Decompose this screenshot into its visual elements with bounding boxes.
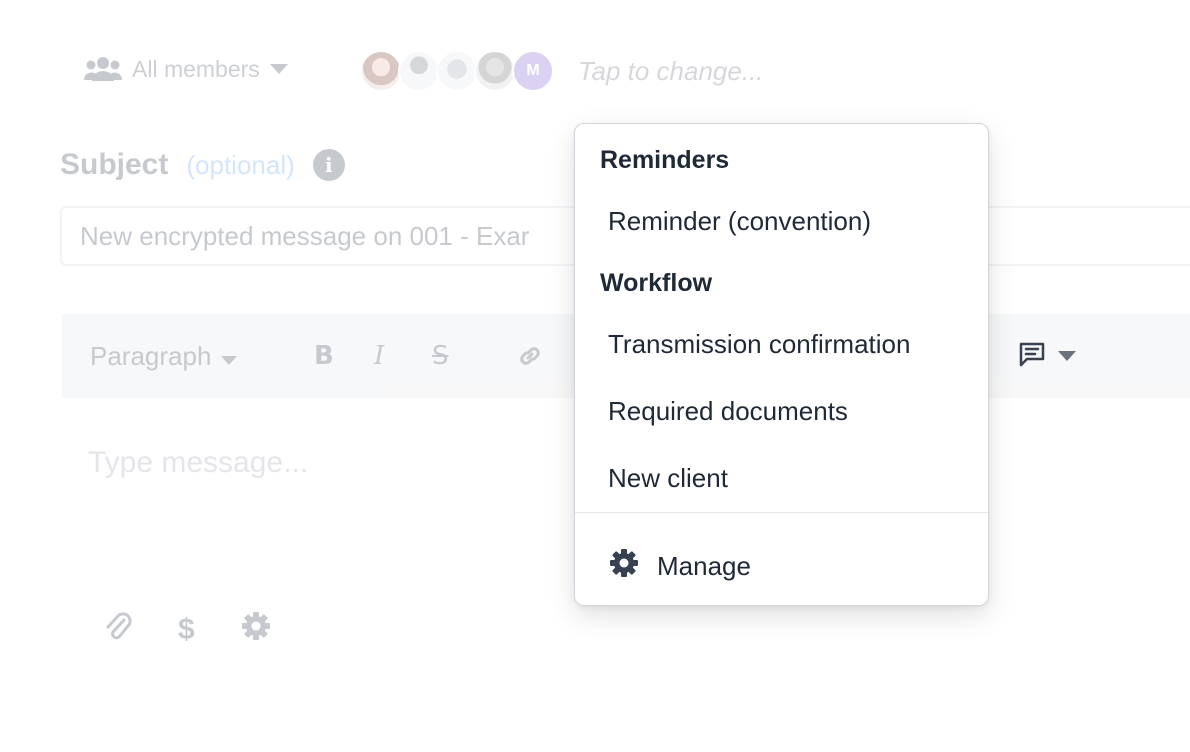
strikethrough-button[interactable]: S bbox=[432, 341, 449, 371]
italic-button[interactable]: I bbox=[374, 341, 384, 371]
menu-item-required-documents[interactable]: Required documents bbox=[608, 396, 848, 427]
manage-templates-button[interactable]: Manage bbox=[609, 548, 751, 585]
caret-down-icon bbox=[221, 341, 238, 372]
menu-section-heading: Workflow bbox=[600, 269, 713, 297]
avatar bbox=[398, 50, 440, 92]
info-icon[interactable]: i bbox=[312, 149, 345, 181]
message-template-icon bbox=[1018, 340, 1046, 373]
menu-divider bbox=[575, 512, 988, 513]
link-icon[interactable] bbox=[516, 342, 544, 377]
recipients-placeholder[interactable]: Tap to change... bbox=[578, 56, 764, 87]
avatar: M bbox=[512, 50, 554, 92]
subject-optional-hint: (optional) bbox=[186, 149, 295, 180]
block-format-select[interactable]: Paragraph bbox=[90, 340, 238, 372]
menu-item-new-client[interactable]: New client bbox=[608, 463, 728, 494]
recipients-selector[interactable]: All members bbox=[84, 50, 288, 88]
menu-section-heading: Reminders bbox=[600, 146, 730, 174]
users-icon bbox=[84, 56, 122, 82]
recipients-selector-label: All members bbox=[132, 55, 260, 82]
recipient-avatars[interactable]: M bbox=[360, 50, 554, 92]
avatar bbox=[474, 50, 516, 92]
gear-icon bbox=[609, 548, 639, 585]
message-input[interactable]: Type message... bbox=[88, 446, 308, 480]
caret-down-icon bbox=[1058, 348, 1076, 366]
avatar bbox=[436, 50, 478, 92]
dollar-icon[interactable]: $ bbox=[178, 613, 195, 647]
paperclip-icon[interactable] bbox=[104, 610, 132, 650]
caret-down-icon bbox=[269, 64, 288, 74]
manage-label: Manage bbox=[657, 551, 751, 581]
menu-item-reminder-convention[interactable]: Reminder (convention) bbox=[608, 206, 871, 237]
bold-button[interactable]: B bbox=[314, 341, 334, 371]
composer-footer: $ bbox=[104, 610, 271, 650]
template-picker-button[interactable] bbox=[1018, 340, 1076, 373]
menu-item-transmission-confirmation[interactable]: Transmission confirmation bbox=[608, 329, 910, 360]
template-menu: Reminders Reminder (convention) Workflow… bbox=[574, 123, 989, 606]
subject-label-group: Subject (optional) i bbox=[60, 148, 345, 182]
avatar bbox=[360, 50, 402, 92]
block-format-label: Paragraph bbox=[90, 340, 212, 371]
gear-icon[interactable] bbox=[241, 611, 271, 649]
subject-label: Subject bbox=[60, 148, 169, 181]
